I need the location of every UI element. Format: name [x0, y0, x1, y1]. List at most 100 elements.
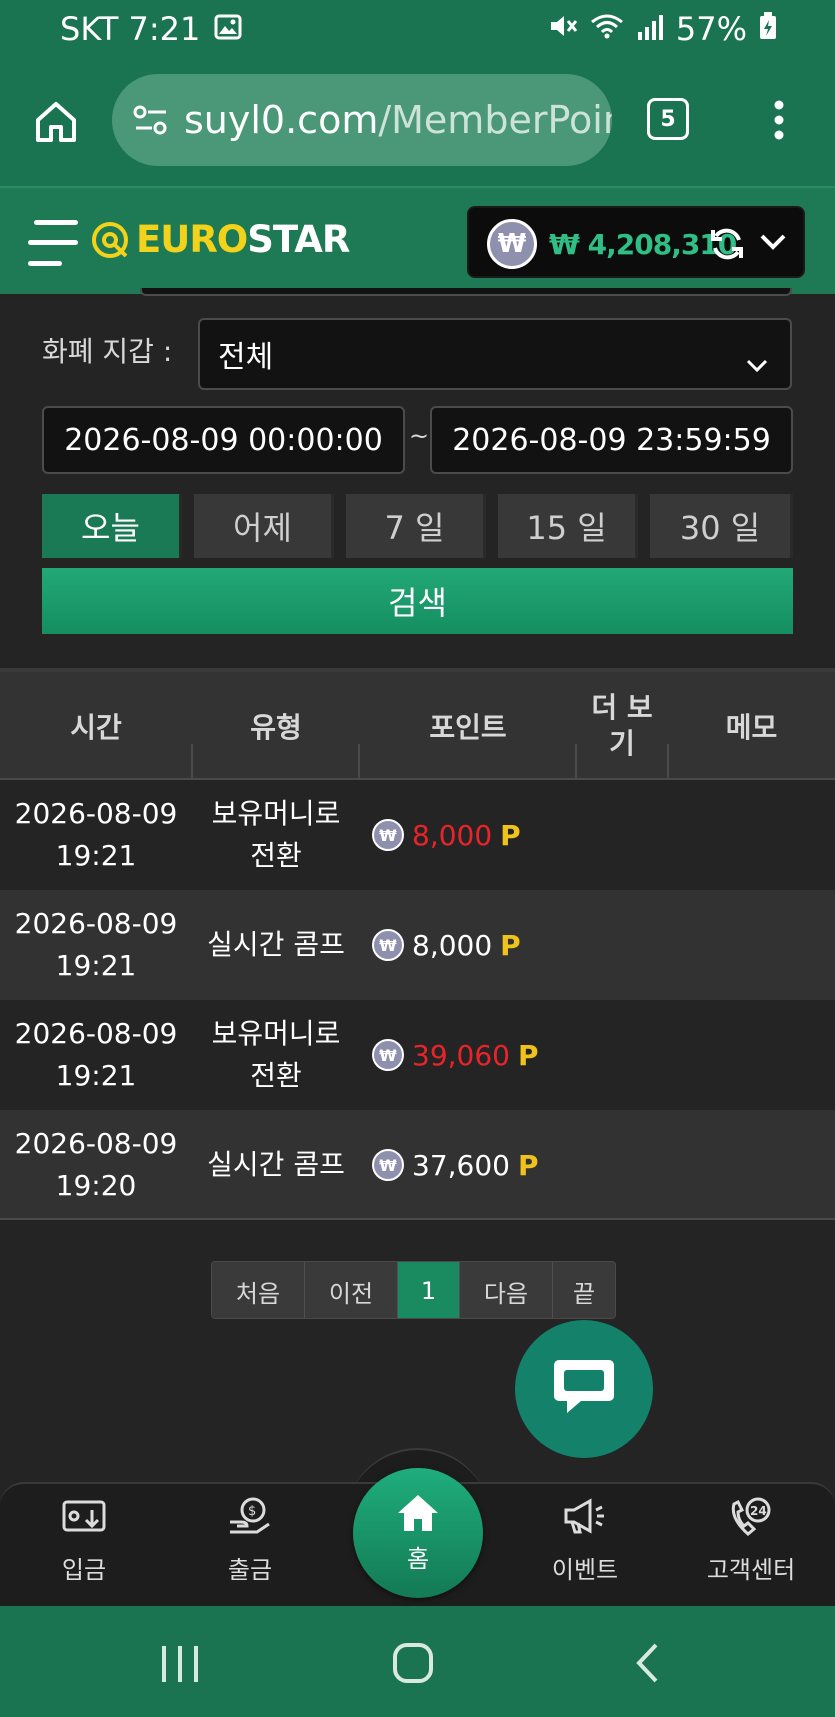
date-to-input[interactable]: 2026-08-09 23:59:59 — [430, 406, 793, 474]
browser-toolbar: suyl0.com/MemberPoin 5 — [0, 58, 835, 186]
won-coin-icon: ₩ — [487, 219, 537, 269]
url-bar[interactable]: suyl0.com/MemberPoin — [112, 74, 612, 166]
chevron-down-icon[interactable] — [759, 232, 787, 256]
logo-text-star: STAR — [247, 218, 350, 261]
balance-widget[interactable]: ₩ ₩ 4,208,310 — [467, 206, 805, 278]
period-30day-button[interactable]: 30 일 — [650, 494, 793, 558]
logo-text-euro: EURO — [136, 218, 248, 261]
logo-mark-icon — [90, 220, 130, 260]
chevron-down-icon — [746, 346, 768, 381]
partial-select-field — [140, 288, 792, 296]
won-coin-icon: ₩ — [372, 1149, 404, 1181]
row-datetime: 2026-08-09 19:20 — [14, 1127, 178, 1202]
row-datetime: 2026-08-09 19:21 — [14, 797, 178, 872]
nav-home-label: 홈 — [406, 1544, 430, 1573]
point-unit: P — [517, 1148, 539, 1182]
refresh-icon[interactable] — [709, 226, 745, 266]
point-amount: 39,060 — [412, 1038, 510, 1072]
carrier-time: SKT 7:21 — [60, 10, 201, 48]
battery-charging-icon — [759, 10, 777, 48]
header-divider — [575, 744, 577, 780]
row-type: 실시간 콤프 — [207, 928, 345, 961]
column-header-point: 포인트 — [429, 711, 507, 744]
point-history-table: 시간 유형 포인트 더 보 기 메모 2026-08-09 19:21 보유머니로… — [0, 668, 835, 1220]
won-coin-icon: ₩ — [372, 819, 404, 851]
period-7day-button[interactable]: 7 일 — [346, 494, 486, 558]
search-button[interactable]: 검색 — [42, 568, 793, 634]
header-divider — [191, 744, 193, 780]
android-navigation-bar — [0, 1606, 835, 1717]
row-point: ₩ 8,000 P — [372, 780, 521, 890]
point-amount: 8,000 — [412, 928, 493, 962]
point-amount: 8,000 — [412, 818, 493, 852]
nav-withdraw[interactable]: $ 출금 — [180, 1496, 320, 1596]
table-row[interactable]: 2026-08-09 19:20 실시간 콤프 ₩ 37,600 P — [0, 1110, 835, 1220]
point-amount: 37,600 — [412, 1148, 510, 1182]
hamburger-menu-icon[interactable] — [28, 218, 80, 272]
url-path: /MemberPoin — [378, 98, 612, 142]
table-row[interactable]: 2026-08-09 19:21 보유머니로 전환 ₩ 8,000 P — [0, 780, 835, 890]
recent-apps-icon[interactable] — [160, 1644, 200, 1688]
system-home-icon[interactable] — [392, 1642, 434, 1688]
row-type: 보유머니로 전환 — [211, 1017, 341, 1092]
nav-deposit-label: 입금 — [61, 1556, 107, 1584]
won-coin-icon: ₩ — [372, 1039, 404, 1071]
filter-panel: 화폐 지갑 : 전체 2026-08-09 00:00:00 ~ 2026-08… — [0, 288, 835, 666]
page-next-button[interactable]: 다음 — [460, 1262, 553, 1318]
period-yesterday-button[interactable]: 어제 — [194, 494, 334, 558]
chat-bubble-icon — [551, 1356, 617, 1422]
wallet-select[interactable]: 전체 — [198, 318, 792, 390]
table-header: 시간 유형 포인트 더 보 기 메모 — [0, 672, 835, 780]
megaphone-icon — [562, 1496, 608, 1542]
period-today-button[interactable]: 오늘 — [42, 494, 182, 558]
point-unit: P — [500, 818, 521, 852]
nav-event[interactable]: 이벤트 — [515, 1496, 655, 1596]
column-header-memo: 메모 — [725, 711, 778, 744]
status-bar: SKT 7:21 57% — [0, 0, 835, 58]
signal-icon — [636, 10, 664, 48]
nav-deposit[interactable]: 입금 — [14, 1496, 154, 1596]
row-type: 실시간 콤프 — [207, 1148, 345, 1181]
row-point: ₩ 39,060 P — [372, 1000, 539, 1110]
period-15day-button[interactable]: 15 일 — [498, 494, 638, 558]
wifi-icon — [590, 10, 624, 48]
table-row[interactable]: 2026-08-09 19:21 보유머니로 전환 ₩ 39,060 P — [0, 1000, 835, 1110]
point-unit: P — [517, 1038, 539, 1072]
home-icon — [396, 1493, 440, 1537]
nav-home-button[interactable]: 홈 — [353, 1468, 483, 1598]
header-divider — [667, 744, 669, 780]
page-number-button[interactable]: 1 — [398, 1262, 460, 1318]
table-row[interactable]: 2026-08-09 19:21 실시간 콤프 ₩ 8,000 P — [0, 890, 835, 1000]
withdraw-coins-icon: $ — [227, 1496, 273, 1542]
home-icon[interactable] — [34, 100, 78, 148]
date-separator: ~ — [409, 422, 430, 450]
row-datetime: 2026-08-09 19:21 — [14, 907, 178, 982]
row-point: ₩ 8,000 P — [372, 890, 521, 1000]
page-first-button[interactable]: 처음 — [212, 1262, 305, 1318]
wallet-label: 화폐 지갑 : — [42, 335, 173, 368]
nav-support[interactable]: 24 고객센터 — [681, 1496, 821, 1596]
column-header-time: 시간 — [70, 711, 122, 744]
back-icon[interactable] — [634, 1642, 660, 1688]
site-logo[interactable]: EURO STAR — [90, 218, 350, 261]
nav-event-label: 이벤트 — [551, 1556, 619, 1584]
point-unit: P — [500, 928, 521, 962]
page-last-button[interactable]: 끝 — [553, 1262, 615, 1318]
column-header-type: 유형 — [250, 711, 302, 744]
chat-button[interactable] — [515, 1320, 653, 1458]
date-from-input[interactable]: 2026-08-09 00:00:00 — [42, 406, 405, 474]
tab-switcher-button[interactable]: 5 — [647, 98, 689, 140]
column-header-more: 더 보 기 — [591, 691, 653, 760]
svg-text:24: 24 — [750, 1504, 767, 1518]
nav-withdraw-label: 출금 — [227, 1556, 273, 1584]
row-type: 보유머니로 전환 — [211, 797, 341, 872]
site-header: EURO STAR ₩ ₩ 4,208,310 — [0, 186, 835, 294]
row-point: ₩ 37,600 P — [372, 1110, 539, 1220]
more-menu-icon[interactable] — [772, 100, 786, 144]
page-prev-button[interactable]: 이전 — [305, 1262, 398, 1318]
url-host: suyl0.com — [184, 98, 379, 142]
won-coin-icon: ₩ — [372, 929, 404, 961]
site-settings-icon[interactable] — [132, 104, 170, 136]
battery-percent: 57% — [675, 10, 747, 48]
gallery-notification-icon — [214, 10, 242, 48]
